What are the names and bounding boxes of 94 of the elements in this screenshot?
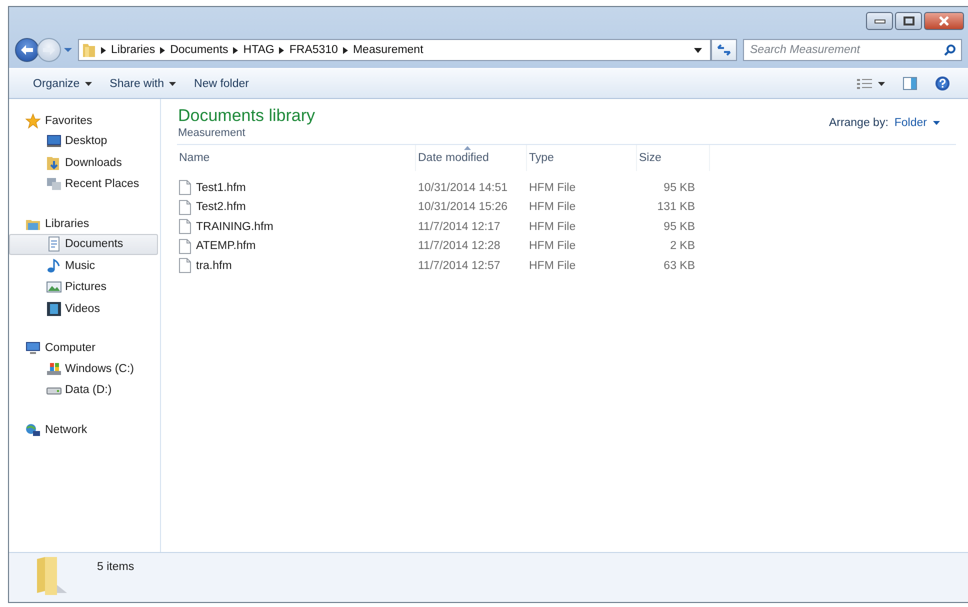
library-subtitle: Measurement bbox=[178, 127, 246, 139]
chevron-icon[interactable] bbox=[233, 46, 238, 54]
date-cell-text: 11/7/2014 12:17 bbox=[417, 220, 502, 233]
toolbar-button[interactable]: New folder bbox=[188, 74, 255, 92]
arrange-dropdown[interactable]: Folder bbox=[892, 115, 942, 131]
chevron-icon[interactable] bbox=[342, 46, 348, 54]
item-count: 5 items bbox=[97, 561, 134, 573]
computer-icon bbox=[25, 340, 41, 356]
toolbar-button[interactable]: Share with bbox=[104, 74, 182, 92]
maximize-icon bbox=[902, 16, 914, 26]
chevron-icon[interactable] bbox=[279, 46, 284, 54]
location-icon bbox=[46, 300, 62, 317]
breadcrumb[interactable]: Libraries bbox=[111, 44, 156, 56]
location-icon bbox=[46, 236, 62, 252]
minimize-button[interactable] bbox=[866, 12, 893, 30]
sidebar-item[interactable]: Music bbox=[9, 255, 158, 276]
location-icon bbox=[46, 360, 62, 377]
file-name[interactable]: tra.hfm bbox=[177, 258, 416, 274]
file-icon bbox=[179, 180, 191, 196]
breadcrumb[interactable]: Documents bbox=[170, 44, 228, 56]
column-header[interactable]: Size bbox=[637, 145, 710, 171]
location-icon bbox=[46, 154, 62, 171]
address-bar[interactable]: Libraries Documents HTAG FRA5310 Measurement bbox=[78, 39, 711, 61]
date-cell-text: 10/31/2014 15:26 bbox=[417, 201, 509, 214]
preview-pane-icon bbox=[903, 77, 917, 90]
type-cell-text: HFM File bbox=[528, 260, 577, 272]
minimize-icon bbox=[874, 18, 886, 24]
chevron-icon[interactable] bbox=[101, 46, 106, 54]
sidebar-group[interactable]: Computer bbox=[9, 338, 160, 358]
details-view-icon bbox=[857, 78, 873, 88]
back-button[interactable] bbox=[15, 38, 39, 62]
arrange-label: Arrange by: bbox=[828, 117, 888, 129]
location-icon bbox=[46, 133, 62, 150]
caret-icon bbox=[933, 121, 940, 125]
location-icon bbox=[46, 258, 62, 274]
location-icon bbox=[46, 279, 62, 296]
maximize-button[interactable] bbox=[895, 12, 922, 30]
help-icon bbox=[935, 76, 950, 91]
size-cell-text: 95 KB bbox=[662, 182, 696, 194]
sidebar-group[interactable]: Favorites bbox=[9, 111, 160, 130]
folder-icon bbox=[82, 42, 96, 58]
type-cell-text: HFM File bbox=[528, 201, 577, 214]
caret-icon bbox=[878, 82, 885, 86]
sort-arrow-icon bbox=[464, 146, 471, 150]
file-name[interactable]: Test2.hfm bbox=[177, 200, 416, 215]
search-icon[interactable] bbox=[944, 44, 956, 56]
date-cell-text: 11/7/2014 12:57 bbox=[417, 260, 502, 272]
refresh-button[interactable] bbox=[711, 39, 737, 61]
size-cell-text: 2 KB bbox=[669, 240, 696, 252]
sidebar-item[interactable]: Recent Places bbox=[9, 174, 158, 195]
star-icon bbox=[25, 112, 41, 129]
sidebar-item[interactable]: Pictures bbox=[9, 276, 158, 298]
close-button[interactable] bbox=[924, 12, 964, 30]
breadcrumb[interactable]: Measurement bbox=[352, 44, 424, 56]
date-cell-text: 11/7/2014 12:28 bbox=[417, 240, 502, 252]
type-cell-text: HFM File bbox=[528, 182, 577, 194]
sidebar-item[interactable]: Desktop bbox=[9, 130, 158, 152]
file-name[interactable]: TRAINING.hfm bbox=[177, 219, 416, 234]
size-cell-text: 63 KB bbox=[662, 260, 696, 272]
location-icon bbox=[46, 176, 62, 192]
sidebar-item[interactable]: Videos bbox=[9, 298, 158, 320]
sidebar-group[interactable]: Libraries bbox=[9, 214, 160, 234]
breadcrumb[interactable]: HTAG bbox=[243, 44, 274, 56]
file-name[interactable]: ATEMP.hfm bbox=[177, 238, 416, 254]
file-icon bbox=[179, 238, 191, 254]
close-icon bbox=[938, 16, 950, 26]
sidebar-item[interactable]: Downloads bbox=[9, 152, 158, 174]
back-arrow-icon bbox=[20, 44, 34, 56]
breadcrumb[interactable]: FRA5310 bbox=[289, 44, 338, 56]
file-icon bbox=[179, 258, 191, 274]
recent-pages-icon[interactable] bbox=[64, 47, 72, 53]
size-cell-text: 131 KB bbox=[656, 201, 696, 214]
search-field[interactable]: Search Measurement bbox=[743, 39, 962, 61]
sidebar-group[interactable]: Network bbox=[9, 420, 160, 440]
dropdown-icon[interactable] bbox=[694, 48, 702, 52]
network-icon bbox=[25, 422, 41, 438]
size-cell-text: 95 KB bbox=[662, 220, 696, 233]
column-header[interactable]: Name bbox=[177, 145, 416, 171]
column-header[interactable]: Type bbox=[527, 145, 637, 171]
file-icon bbox=[179, 219, 191, 234]
column-header[interactable]: Date modified bbox=[416, 145, 527, 171]
library-title: Documents library bbox=[178, 106, 316, 126]
file-name[interactable]: Test1.hfm bbox=[177, 180, 416, 196]
chevron-icon[interactable] bbox=[160, 46, 166, 54]
refresh-icon bbox=[717, 44, 731, 56]
toolbar-button[interactable]: Organize bbox=[27, 74, 98, 92]
type-cell-text: HFM File bbox=[528, 220, 577, 233]
date-cell-text: 10/31/2014 14:51 bbox=[417, 182, 509, 194]
sidebar-item[interactable]: Windows (C:) bbox=[9, 358, 158, 380]
file-icon bbox=[179, 200, 191, 215]
folder-icon bbox=[35, 555, 69, 595]
type-cell-text: HFM File bbox=[528, 240, 577, 252]
sidebar-item[interactable]: Documents bbox=[9, 234, 158, 255]
sidebar-item[interactable]: Data (D:) bbox=[9, 380, 158, 401]
